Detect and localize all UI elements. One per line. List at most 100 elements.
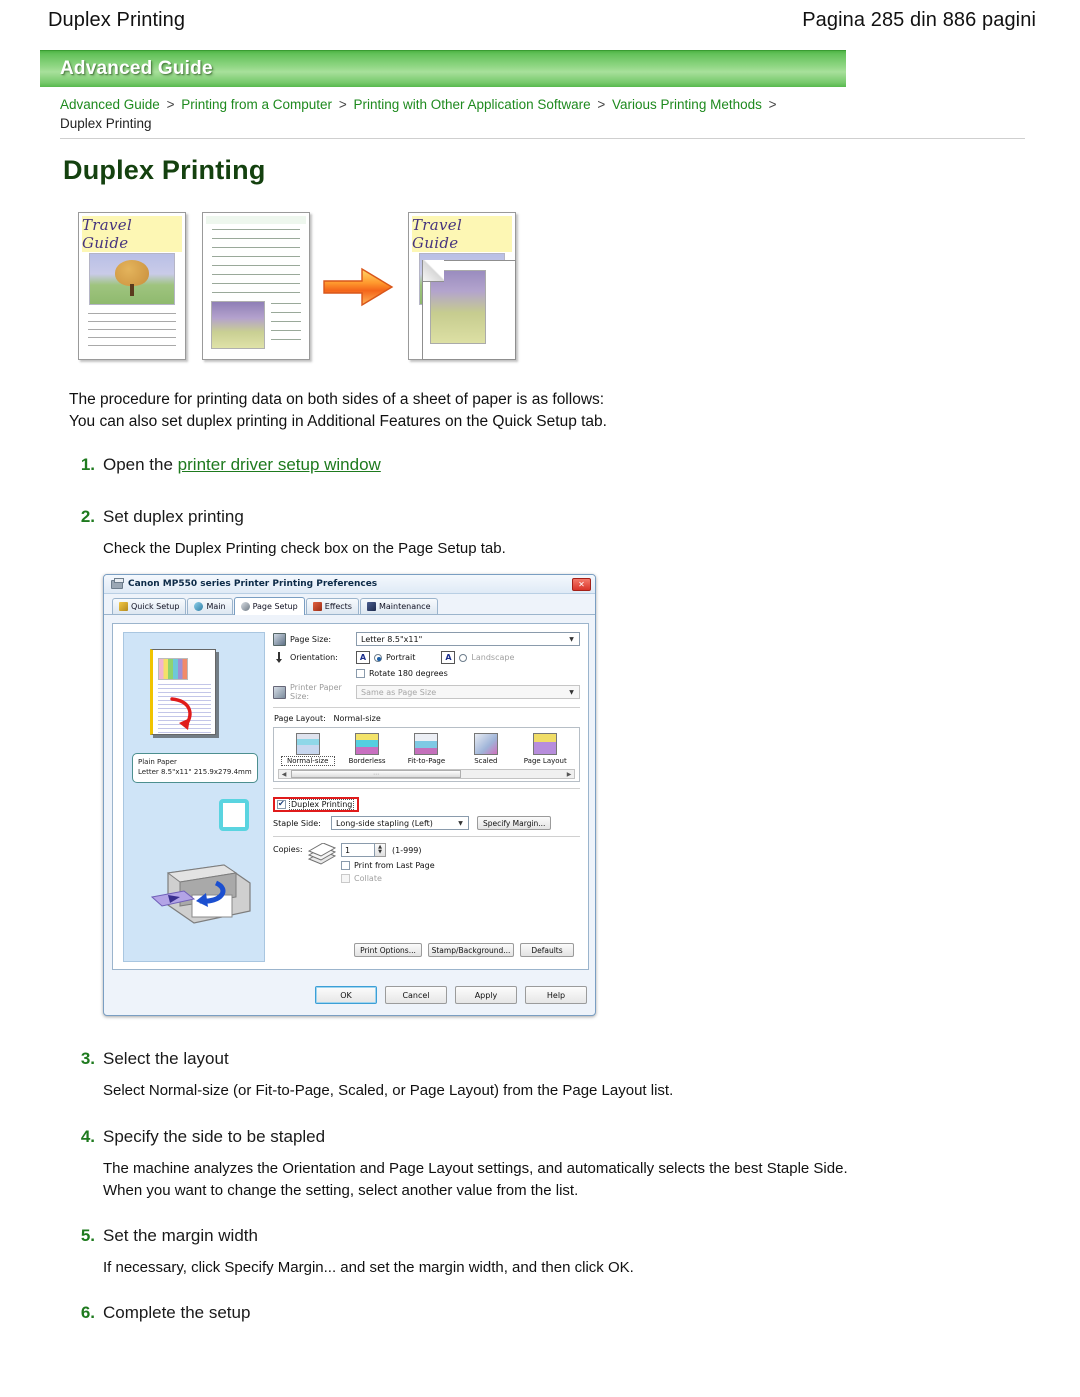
tab-effects[interactable]: Effects xyxy=(305,598,359,614)
portrait-label: Portrait xyxy=(386,653,416,662)
dialog-tab-bar[interactable]: Quick Setup Main Page Setup Effects Main… xyxy=(104,594,595,615)
help-button[interactable]: Help xyxy=(525,986,587,1004)
copies-label: Copies: xyxy=(273,845,303,854)
printer-driver-setup-window-link[interactable]: printer driver setup window xyxy=(178,455,381,474)
printer-preferences-dialog[interactable]: Canon MP550 series Printer Printing Pref… xyxy=(103,574,596,1016)
layout-option-label: Page Layout xyxy=(523,757,567,765)
printer-icon xyxy=(111,577,124,589)
illustration-document-back xyxy=(202,212,310,360)
page-size-select[interactable]: Letter 8.5"x11" ▼ xyxy=(356,632,580,646)
breadcrumb-link-2[interactable]: Printing with Other Application Software xyxy=(353,97,590,112)
header-divider xyxy=(60,138,1025,139)
print-options-button[interactable]: Print Options... xyxy=(354,943,422,957)
dialog-title-bar[interactable]: Canon MP550 series Printer Printing Pref… xyxy=(104,575,595,594)
effects-icon xyxy=(312,602,322,611)
copies-stepper[interactable]: ▲ ▼ xyxy=(375,843,386,857)
step-description: Select Normal-size (or Fit-to-Page, Scal… xyxy=(103,1082,674,1099)
dialog-footer: OK Cancel Apply Help xyxy=(112,983,587,1007)
step-2: 2. Set duplex printing Check the Duplex P… xyxy=(69,507,506,560)
copies-range: (1-999) xyxy=(392,845,422,855)
stepper-down-icon[interactable]: ▼ xyxy=(378,850,382,855)
page-indicator: Pagina 285 din 886 pagini xyxy=(802,8,1036,31)
staple-side-row: Staple Side: Long-side stapling (Left) ▼… xyxy=(273,816,580,830)
page-setup-settings: Page Size: Letter 8.5"x11" ▼ Orientation… xyxy=(273,632,580,962)
tab-label: Effects xyxy=(324,602,352,611)
defaults-button[interactable]: Defaults xyxy=(520,943,574,957)
illustration-duplex-result: Travel Guide xyxy=(408,212,516,360)
page-title: Duplex Printing xyxy=(48,8,186,31)
step-heading: Set the margin width xyxy=(103,1226,258,1245)
tab-quick-setup[interactable]: Quick Setup xyxy=(112,598,187,614)
apply-button[interactable]: Apply xyxy=(455,986,517,1004)
breadcrumb-separator: > xyxy=(768,97,777,112)
layout-option-scaled[interactable]: Scaled xyxy=(460,733,512,765)
print-from-last-page-label: Print from Last Page xyxy=(354,861,435,870)
portrait-radio[interactable] xyxy=(374,653,382,662)
printer-paper-size-select: Same as Page Size ▼ xyxy=(356,685,580,699)
page-layout-scrollbar[interactable]: ◀ ⋯ ▶ xyxy=(278,769,575,779)
page-layout-label: Page Layout: xyxy=(274,714,326,723)
printer-illustration xyxy=(138,839,256,934)
step-description: If necessary, click Specify Margin... an… xyxy=(103,1259,634,1276)
layout-option-normal-size[interactable]: Normal-size xyxy=(280,733,335,766)
scroll-left-icon[interactable]: ◀ xyxy=(279,770,289,778)
duplex-printing-checkbox[interactable] xyxy=(277,799,286,809)
step-5: 5. Set the margin width If necessary, cli… xyxy=(69,1226,634,1279)
page-size-value: Letter 8.5"x11" xyxy=(361,634,423,644)
landscape-radio[interactable] xyxy=(459,653,468,662)
tab-main[interactable]: Main xyxy=(187,598,233,614)
illustration-document-front: Travel Guide xyxy=(78,212,186,360)
rotate-180-checkbox[interactable] xyxy=(356,669,365,678)
scrollbar-thumb[interactable]: ⋯ xyxy=(291,770,461,778)
tab-label: Main xyxy=(206,602,226,611)
tab-label: Quick Setup xyxy=(131,602,180,611)
layout-option-borderless[interactable]: Borderless xyxy=(341,733,393,765)
tab-maintenance[interactable]: Maintenance xyxy=(359,598,438,614)
orientation-label: Orientation: xyxy=(290,653,338,662)
step-1: 1. Open the printer driver setup window xyxy=(69,455,381,475)
staple-side-value: Long-side stapling (Left) xyxy=(336,818,433,828)
travel-guide-title-band: Travel Guide xyxy=(82,216,182,252)
tree-icon xyxy=(115,260,149,286)
step-number: 5. xyxy=(80,1226,95,1245)
layout-option-page-layout[interactable]: Page Layout xyxy=(519,733,571,765)
dialog-action-buttons: Print Options... Stamp/Background... Def… xyxy=(354,943,574,957)
travel-guide-caption: Travel Guide xyxy=(412,216,463,252)
layout-option-label: Normal-size xyxy=(280,756,335,766)
page-layout-gallery[interactable]: Normal-size Borderless Fit-to-Page Scale… xyxy=(273,727,580,782)
staple-side-select[interactable]: Long-side stapling (Left) ▼ xyxy=(331,816,469,830)
rotate-row: Rotate 180 degrees xyxy=(273,669,580,678)
stamp-background-button[interactable]: Stamp/Background... xyxy=(428,943,514,957)
cancel-button[interactable]: Cancel xyxy=(385,986,447,1004)
breadcrumb-separator: > xyxy=(597,97,606,112)
ok-button[interactable]: OK xyxy=(315,986,377,1004)
stamp-preview-icon xyxy=(219,799,249,831)
scroll-right-icon[interactable]: ▶ xyxy=(564,770,574,778)
step-heading: Select the layout xyxy=(103,1049,229,1068)
tab-page-setup[interactable]: Page Setup xyxy=(233,597,305,615)
breadcrumb-link-1[interactable]: Printing from a Computer xyxy=(181,97,332,112)
paper-info-box: Plain Paper Letter 8.5"x11" 215.9x279.4m… xyxy=(132,753,258,783)
close-icon[interactable]: ✕ xyxy=(572,577,591,591)
illustration-photo xyxy=(89,253,175,305)
chevron-down-icon: ▼ xyxy=(569,688,574,696)
copies-input[interactable]: 1 xyxy=(341,843,375,857)
page-layout-icon xyxy=(533,733,558,755)
breadcrumb-link-0[interactable]: Advanced Guide xyxy=(60,97,160,112)
dialog-title: Canon MP550 series Printer Printing Pref… xyxy=(128,579,378,589)
color-swatch-icon xyxy=(158,658,188,680)
illustration-text-lines xyxy=(88,313,176,353)
advanced-guide-banner: Advanced Guide xyxy=(40,50,846,87)
paper-type: Plain Paper xyxy=(138,758,177,766)
print-preview-pane: Plain Paper Letter 8.5"x11" 215.9x279.4m… xyxy=(123,632,265,962)
page-header: Duplex Printing Pagina 285 din 886 pagin… xyxy=(0,0,1080,40)
print-from-last-page-checkbox[interactable] xyxy=(341,861,350,870)
breadcrumb-link-3[interactable]: Various Printing Methods xyxy=(612,97,762,112)
layout-option-fit-to-page[interactable]: Fit-to-Page xyxy=(400,733,452,765)
chevron-down-icon: ▼ xyxy=(458,819,463,827)
step-heading: Open the printer driver setup window xyxy=(103,455,381,474)
chevron-down-icon: ▼ xyxy=(569,635,574,643)
page-setup-icon xyxy=(240,602,250,611)
specify-margin-button[interactable]: Specify Margin... xyxy=(477,816,552,830)
breadcrumb-separator: > xyxy=(166,97,175,112)
